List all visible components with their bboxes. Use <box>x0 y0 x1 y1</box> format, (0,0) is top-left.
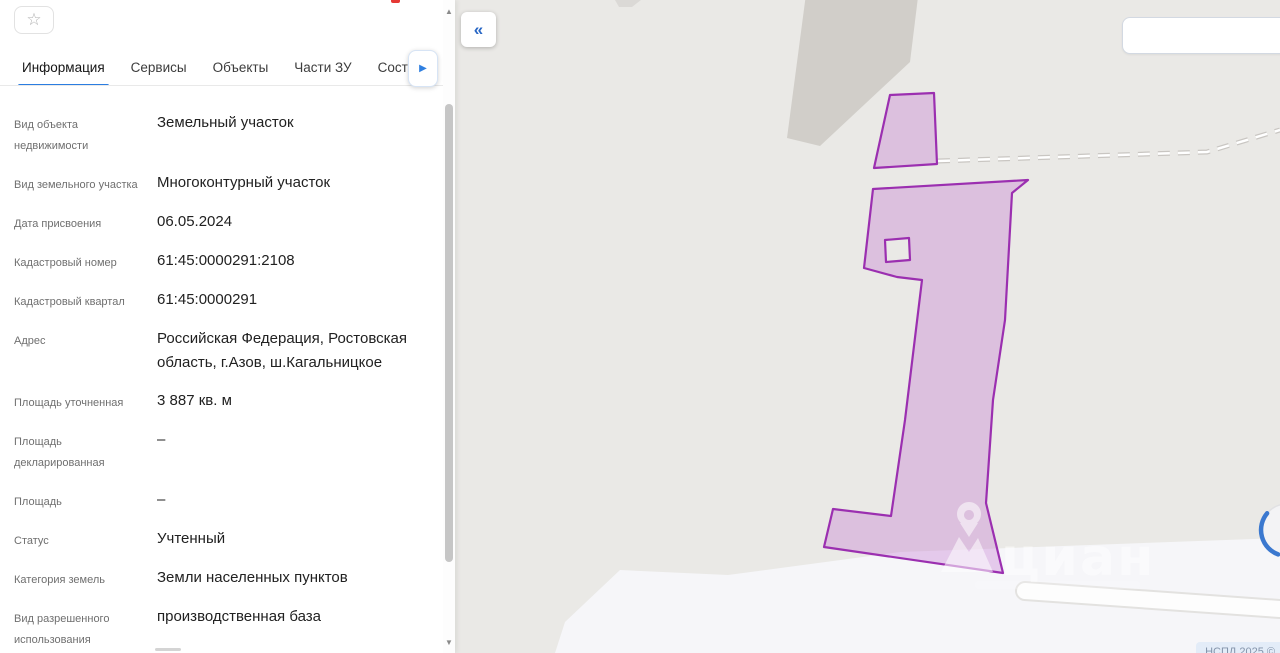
field-value: 61:45:0000291 <box>157 291 258 308</box>
tab-label: Части ЗУ <box>294 60 352 75</box>
star-icon: ☆ <box>26 10 42 29</box>
field-label: Категория земель <box>14 574 105 586</box>
tab[interactable]: Объекты <box>212 50 269 85</box>
field-value: – <box>157 431 166 448</box>
field-value: 06.05.2024 <box>157 213 233 230</box>
tab[interactable]: Части ЗУ <box>294 50 352 85</box>
info-row: Вид объекта недвижимости Земельный участ… <box>14 111 423 157</box>
info-row: Вид разрешенного использования производс… <box>14 605 423 651</box>
tabs-scroll-right-button[interactable]: ▶ <box>408 50 438 87</box>
tab-label: Объекты <box>212 60 269 75</box>
field-value: Многоконтурный участок <box>157 174 331 191</box>
tab[interactable]: Информация <box>18 50 109 85</box>
field-value: – <box>157 491 166 508</box>
field-label: Площадь <box>14 496 62 508</box>
collapse-panel-button[interactable]: « <box>461 12 496 47</box>
field-label: Вид земельного участка <box>14 179 138 191</box>
info-row: Кадастровый квартал 61:45:0000291 <box>14 288 423 313</box>
map-canvas[interactable]: циан « НСПД 2025 © <box>455 0 1280 653</box>
map-layers: циан <box>455 0 1280 653</box>
tab-label: Сервисы <box>130 60 187 75</box>
map-search <box>1122 17 1280 54</box>
info-row: Адрес Российская Федерация, Ростовская о… <box>14 327 423 375</box>
field-label: Кадастровый квартал <box>14 296 125 308</box>
scroll-up-icon[interactable]: ▲ <box>443 4 455 20</box>
field-value: 61:45:0000291:2108 <box>157 252 295 269</box>
field-value: Российская Федерация, Ростовская область… <box>157 330 407 371</box>
info-row: Дата присвоения 06.05.2024 <box>14 210 423 235</box>
chevron-right-icon: ▶ <box>419 63 427 74</box>
info-row: Категория земель Земли населенных пункто… <box>14 566 423 591</box>
field-value: Земли населенных пунктов <box>157 569 348 586</box>
field-value: 3 887 кв. м <box>157 392 232 409</box>
info-row: Площадь декларированная – <box>14 428 423 474</box>
watermark-subline <box>975 581 1140 589</box>
cadastral-viewer: ☆ Информация Сервисы Объекты Части ЗУ Со… <box>0 0 1280 653</box>
clipped-next-row <box>155 648 181 651</box>
field-value: производственная база <box>157 608 321 625</box>
scrollbar-thumb[interactable] <box>445 104 453 562</box>
info-row: Кадастровый номер 61:45:0000291:2108 <box>14 249 423 274</box>
tab[interactable]: Сервисы <box>130 50 187 85</box>
attribution-badge[interactable]: НСПД 2025 © <box>1196 642 1280 653</box>
field-value: Земельный участок <box>157 114 294 131</box>
field-label: Площадь уточненная <box>14 397 124 409</box>
info-row: Площадь – <box>14 488 423 513</box>
double-chevron-left-icon: « <box>473 19 484 39</box>
field-label: Вид разрешенного использования <box>14 613 110 646</box>
tab-bar: Информация Сервисы Объекты Части ЗУ Сост… <box>0 50 443 86</box>
favorite-button[interactable]: ☆ <box>14 6 54 34</box>
info-row: Площадь уточненная 3 887 кв. м <box>14 389 423 414</box>
field-label: Адрес <box>14 335 46 347</box>
search-input[interactable] <box>1123 18 1280 53</box>
field-label: Вид объекта недвижимости <box>14 119 89 152</box>
info-row: Статус Учтенный <box>14 527 423 552</box>
info-row: Вид земельного участка Многоконтурный уч… <box>14 171 423 196</box>
tab-label: Информация <box>22 60 105 75</box>
property-fields: Вид объекта недвижимости Земельный участ… <box>0 87 443 653</box>
panel-scrollbar[interactable]: ▲ ▼ <box>443 0 455 653</box>
field-value: Учтенный <box>157 530 226 547</box>
field-label: Статус <box>14 535 49 547</box>
field-label: Дата присвоения <box>14 218 102 230</box>
info-panel: ☆ Информация Сервисы Объекты Части ЗУ Со… <box>0 0 455 653</box>
field-label: Кадастровый номер <box>14 257 117 269</box>
scroll-down-icon[interactable]: ▼ <box>443 635 455 651</box>
notification-sliver <box>391 0 400 3</box>
field-label: Площадь декларированная <box>14 436 105 469</box>
watermark-text: циан <box>1001 528 1155 588</box>
